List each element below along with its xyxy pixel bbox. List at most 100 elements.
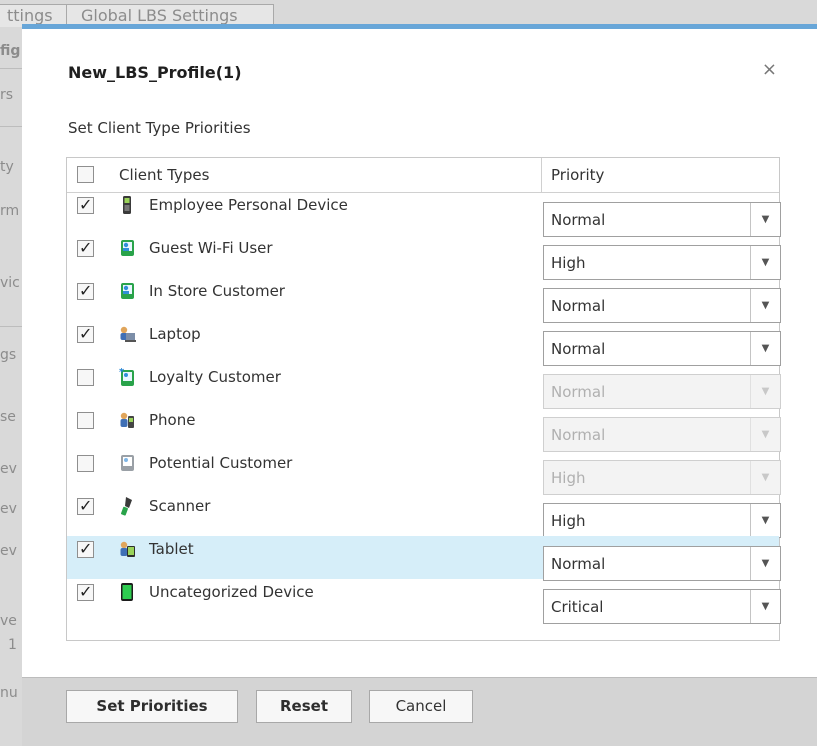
- column-header-client-types: Client Types: [119, 166, 210, 184]
- svg-text:*: *: [119, 367, 125, 378]
- background-fragment: fig: [0, 43, 21, 59]
- priority-value: Normal: [551, 340, 606, 358]
- chevron-down-icon[interactable]: ▼: [750, 332, 780, 365]
- background-sidebar: fig rs ty rm vic gs se ev ev ev ve 1 nu: [0, 30, 22, 730]
- priority-select[interactable]: Normal ▼: [543, 417, 781, 452]
- table-row[interactable]: ✓ In Store Customer Normal ▼: [67, 278, 781, 323]
- cancel-button[interactable]: Cancel: [369, 690, 473, 723]
- table-row[interactable]: ✓ Scanner High ▼: [67, 493, 781, 538]
- row-checkbox[interactable]: ✓: [77, 238, 94, 257]
- priority-value: Normal: [551, 426, 606, 444]
- chevron-down-icon[interactable]: ▼: [750, 547, 780, 580]
- priority-value: High: [551, 254, 586, 272]
- priority-select[interactable]: Normal ▼: [543, 546, 781, 581]
- column-divider[interactable]: [541, 158, 542, 192]
- background-fragment: rs: [0, 87, 14, 103]
- background-fragment: rm: [0, 203, 20, 219]
- chevron-down-icon[interactable]: ▼: [750, 289, 780, 322]
- dialog-subtitle: Set Client Type Priorities: [68, 119, 251, 137]
- priority-select[interactable]: Normal ▼: [543, 331, 781, 366]
- client-type-label: Tablet: [149, 540, 194, 558]
- table-row[interactable]: ✓ Employee Personal Device Normal ▼: [67, 192, 781, 237]
- chevron-down-icon[interactable]: ▼: [750, 418, 780, 451]
- background-fragment: ve: [0, 613, 17, 629]
- reset-button[interactable]: Reset: [256, 690, 352, 723]
- client-type-label: Employee Personal Device: [149, 196, 348, 214]
- row-checkbox[interactable]: ✓: [77, 582, 94, 601]
- background-fragment: ev: [0, 543, 17, 559]
- priority-select[interactable]: Critical ▼: [543, 589, 781, 624]
- dialog-footer: Set Priorities Reset Cancel: [22, 677, 817, 746]
- background-fragment: ty: [0, 159, 14, 175]
- table-header: Client Types Priority: [67, 158, 779, 193]
- close-icon[interactable]: ×: [762, 59, 777, 80]
- client-types-table: Client Types Priority ✓ Employee Persona…: [66, 157, 781, 641]
- table-row[interactable]: ✓ Laptop Normal ▼: [67, 321, 781, 366]
- checkmark-icon: ✓: [79, 496, 93, 515]
- row-checkbox[interactable]: ✓: [77, 324, 94, 343]
- priority-select[interactable]: Normal ▼: [543, 374, 781, 409]
- row-checkbox[interactable]: ✓: [77, 195, 94, 214]
- chevron-down-icon[interactable]: ▼: [750, 246, 780, 279]
- row-checkbox[interactable]: [77, 412, 94, 429]
- client-type-label: Laptop: [149, 325, 201, 343]
- priority-select[interactable]: High ▼: [543, 503, 781, 538]
- dialog-title: New_LBS_Profile(1): [68, 63, 242, 82]
- checkmark-icon: ✓: [79, 238, 93, 257]
- priority-value: Normal: [551, 297, 606, 315]
- user-card-icon: [118, 238, 136, 258]
- client-type-label: Loyalty Customer: [149, 368, 281, 386]
- priority-value: Critical: [551, 598, 604, 616]
- priority-select[interactable]: High ▼: [543, 460, 781, 495]
- table-row[interactable]: Potential Customer High ▼: [67, 450, 781, 495]
- chevron-down-icon[interactable]: ▼: [750, 504, 780, 537]
- table-row[interactable]: * Loyalty Customer Normal ▼: [67, 364, 781, 409]
- scanner-icon: [118, 496, 136, 516]
- client-type-label: Scanner: [149, 497, 211, 515]
- background-fragment: ev: [0, 501, 17, 517]
- background-fragment: nu: [0, 685, 18, 701]
- row-checkbox[interactable]: ✓: [77, 281, 94, 300]
- client-type-label: Phone: [149, 411, 196, 429]
- mobile-phone-icon: [118, 195, 136, 215]
- row-checkbox[interactable]: [77, 455, 94, 472]
- chevron-down-icon[interactable]: ▼: [750, 461, 780, 494]
- checkmark-icon: ✓: [79, 582, 93, 601]
- chevron-down-icon[interactable]: ▼: [750, 203, 780, 236]
- table-row[interactable]: ✓ Tablet Normal ▼: [67, 536, 781, 581]
- table-row[interactable]: ✓ Guest Wi-Fi User High ▼: [67, 235, 781, 280]
- priority-select[interactable]: High ▼: [543, 245, 781, 280]
- background-fragment: vic: [0, 275, 20, 291]
- uncategorized-device-icon: [118, 582, 136, 602]
- table-row[interactable]: Phone Normal ▼: [67, 407, 781, 452]
- checkmark-icon: ✓: [79, 539, 93, 558]
- potential-customer-icon: [118, 453, 136, 473]
- phone-user-icon: [118, 410, 136, 430]
- background-fragment: se: [0, 409, 16, 425]
- priority-value: High: [551, 469, 586, 487]
- row-checkbox[interactable]: ✓: [77, 496, 94, 515]
- checkmark-icon: ✓: [79, 281, 93, 300]
- priority-value: High: [551, 512, 586, 530]
- row-checkbox[interactable]: [77, 369, 94, 386]
- priority-value: Normal: [551, 555, 606, 573]
- client-type-label: Uncategorized Device: [149, 583, 314, 601]
- column-header-priority: Priority: [551, 166, 605, 184]
- set-priorities-button[interactable]: Set Priorities: [66, 690, 238, 723]
- table-row[interactable]: ✓ Uncategorized Device Critical ▼: [67, 579, 781, 624]
- chevron-down-icon[interactable]: ▼: [750, 375, 780, 408]
- background-fragment: ev: [0, 461, 17, 477]
- chevron-down-icon[interactable]: ▼: [750, 590, 780, 623]
- background-fragment: gs: [0, 347, 17, 363]
- priority-value: Normal: [551, 383, 606, 401]
- laptop-user-icon: [118, 324, 136, 344]
- checkmark-icon: ✓: [79, 195, 93, 214]
- user-card-icon: [118, 281, 136, 301]
- priority-select[interactable]: Normal ▼: [543, 288, 781, 323]
- client-type-label: Potential Customer: [149, 454, 293, 472]
- priority-select[interactable]: Normal ▼: [543, 202, 781, 237]
- row-checkbox[interactable]: ✓: [77, 539, 94, 558]
- lbs-profile-dialog: New_LBS_Profile(1) × Set Client Type Pri…: [22, 24, 817, 746]
- select-all-checkbox[interactable]: [77, 166, 94, 183]
- checkmark-icon: ✓: [79, 324, 93, 343]
